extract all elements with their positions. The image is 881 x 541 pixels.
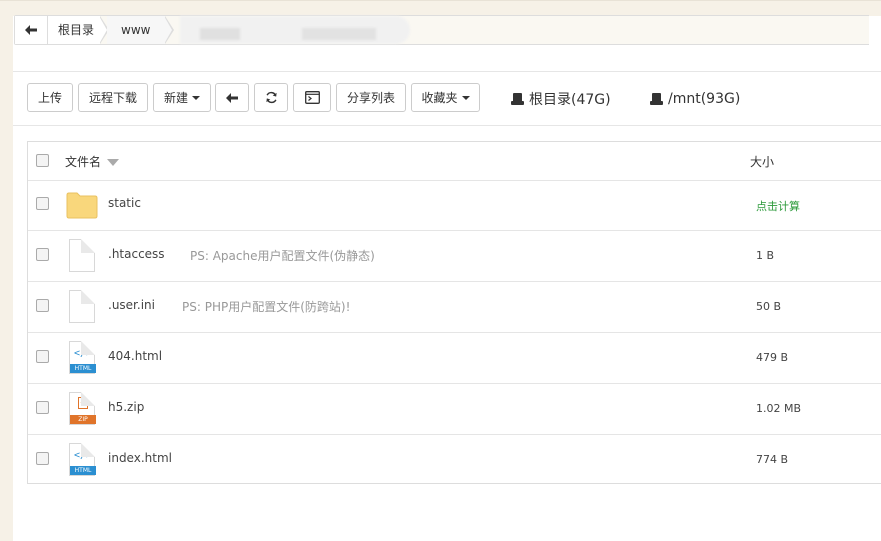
top-strip (0, 0, 881, 16)
disk-root-label: 根目录(47G) (529, 92, 611, 108)
caret-down-icon (461, 95, 470, 100)
row-checkbox[interactable] (36, 299, 49, 312)
file-size: 50 B (756, 300, 782, 313)
column-header-size[interactable]: 大小 (750, 153, 774, 170)
hdd-icon (511, 93, 524, 105)
folder-icon (66, 188, 98, 222)
table-row[interactable]: ZIP h5.zip 1.02 MB (28, 384, 881, 435)
favorites-button-label: 收藏夹 (421, 91, 458, 105)
file-icon (66, 290, 98, 324)
file-size: 1.02 MB (756, 402, 802, 415)
row-checkbox[interactable] (36, 350, 49, 363)
table-row[interactable]: .user.ini PS: PHP用户配置文件(防跨站)! 50 B (28, 282, 881, 333)
row-checkbox[interactable] (36, 401, 49, 414)
refresh-button[interactable] (254, 83, 288, 112)
file-type-tag: ZIP (70, 415, 96, 424)
html-file-icon: </> HTML (66, 341, 98, 375)
disk-root[interactable]: 根目录(47G) (511, 90, 611, 108)
table-row[interactable]: static 点击计算 (28, 180, 881, 231)
table-row[interactable]: </> HTML 404.html 479 B (28, 333, 881, 384)
sort-down-icon (107, 159, 120, 166)
redacted-text (200, 28, 240, 40)
file-name[interactable]: 404.html (108, 349, 162, 363)
file-size: 479 B (756, 351, 789, 364)
file-icon (66, 239, 98, 273)
favorites-dropdown-button[interactable]: 收藏夹 (411, 83, 480, 112)
file-name[interactable]: .htaccess (108, 247, 165, 261)
breadcrumb-back-button[interactable] (15, 16, 48, 44)
terminal-icon (304, 91, 320, 104)
column-header-name[interactable]: 文件名 (65, 153, 120, 170)
zip-file-icon: ZIP (66, 392, 98, 426)
divider (13, 71, 881, 72)
file-size: 774 B (756, 453, 789, 466)
calculate-size-link[interactable]: 点击计算 (756, 198, 800, 214)
file-note: PS: PHP用户配置文件(防跨站)! (182, 300, 351, 314)
file-note: PS: Apache用户配置文件(伪静态) (190, 249, 375, 263)
new-dropdown-button[interactable]: 新建 (153, 83, 211, 112)
breadcrumb-www[interactable]: www (107, 16, 165, 44)
back-button[interactable] (215, 83, 249, 112)
table-header: 文件名 大小 (28, 142, 881, 181)
disk-mnt-label: /mnt(93G) (668, 91, 741, 107)
breadcrumb-root[interactable]: 根目录 (48, 16, 100, 44)
table-row[interactable]: </> HTML index.html 774 B (28, 435, 881, 486)
file-type-tag: HTML (70, 364, 96, 373)
row-checkbox[interactable] (36, 248, 49, 261)
table-row[interactable]: .htaccess PS: Apache用户配置文件(伪静态) 1 B (28, 231, 881, 282)
refresh-icon (265, 91, 277, 104)
file-name[interactable]: static (108, 196, 141, 210)
column-header-name-label: 文件名 (65, 155, 102, 169)
file-name[interactable]: h5.zip (108, 400, 144, 414)
hdd-icon (650, 93, 663, 105)
select-all-checkbox[interactable] (36, 154, 49, 167)
terminal-button[interactable] (293, 83, 331, 112)
breadcrumb-separator-fill (164, 16, 172, 44)
file-table: 文件名 大小 static 点击计算 .htaccess PS: Apache用… (27, 141, 881, 484)
row-checkbox[interactable] (36, 452, 49, 465)
file-size: 1 B (756, 249, 775, 262)
arrow-left-icon (25, 25, 37, 35)
remote-download-button[interactable]: 远程下载 (78, 83, 148, 112)
divider (13, 125, 881, 126)
disk-mnt[interactable]: /mnt(93G) (650, 90, 740, 108)
breadcrumb: 根目录 www (14, 15, 869, 45)
share-list-button[interactable]: 分享列表 (336, 83, 406, 112)
new-button-label: 新建 (163, 91, 188, 105)
breadcrumb-separator-fill (99, 16, 107, 44)
row-checkbox[interactable] (36, 197, 49, 210)
caret-down-icon (192, 95, 200, 100)
file-name[interactable]: .user.ini (108, 298, 155, 312)
file-type-tag: HTML (70, 466, 96, 475)
file-name[interactable]: index.html (108, 451, 172, 465)
upload-button[interactable]: 上传 (27, 83, 73, 112)
redacted-text (302, 28, 376, 40)
arrow-left-icon (226, 92, 238, 103)
html-file-icon: </> HTML (66, 443, 98, 477)
